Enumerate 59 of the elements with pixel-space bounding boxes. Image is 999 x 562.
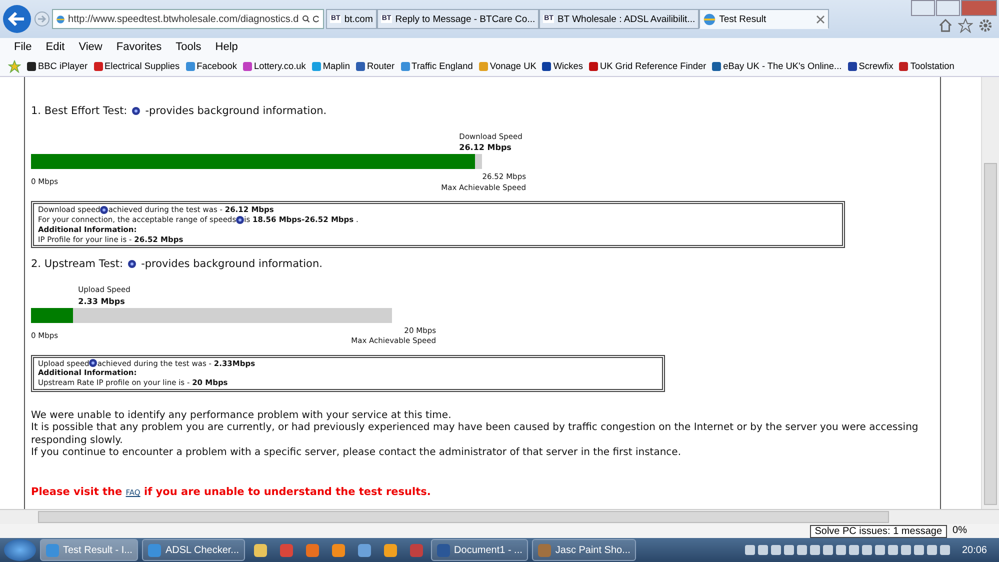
globe-icon [56, 12, 66, 26]
favorite-link[interactable]: Vonage UK [478, 61, 536, 71]
section-heading: 2. Upstream Test: [31, 258, 124, 270]
close-icon[interactable] [816, 14, 826, 24]
favorite-link[interactable]: eBay UK - The UK's Online... [712, 61, 842, 71]
message-text: We were unable to identify any performance problem with your service at this time. [31, 410, 452, 422]
home-icon[interactable] [938, 18, 953, 33]
gauge-value: 26.12 Mbps [459, 142, 512, 154]
clock: 20:06 [960, 544, 988, 556]
window-controls[interactable] [911, 0, 997, 16]
url-text: http://www.speedtest.btwholesale.com/diagnostics.d [68, 14, 299, 24]
favorites-star-icon[interactable] [8, 60, 21, 72]
help-icon[interactable] [89, 359, 98, 368]
browser-tab[interactable]: Test Result [699, 9, 830, 29]
vertical-scrollbar[interactable] [981, 77, 999, 509]
notification-tooltip: Solve PC issues: 1 message [810, 525, 947, 538]
start-button[interactable] [4, 539, 36, 561]
menu-item[interactable]: File [14, 41, 32, 53]
favorite-link[interactable]: UK Grid Reference Finder [588, 61, 706, 71]
heading-note: -provides background information. [141, 258, 322, 270]
message-text: It is possible that any problem you are currently, or had previously experienced may have been caused by traffic congestion on the Internet or by the server you were accessing responding slowly. [31, 422, 920, 447]
notice-text: if you are unable to understand the test results. [144, 486, 431, 498]
taskbar-button[interactable]: Document1 - ... [431, 539, 528, 561]
back-button[interactable] [2, 4, 32, 34]
taskbar-button[interactable]: Jasc Paint Sho... [532, 539, 636, 561]
favorite-link[interactable]: Wickes [542, 61, 583, 71]
message-text: If you continue to encounter a problem with a specific server, please contact the administrator of that server in the first instance. [31, 447, 682, 460]
favorite-link[interactable]: Electrical Supplies [94, 61, 180, 71]
menu-item[interactable]: View [78, 41, 102, 53]
menu-item[interactable]: Tools [176, 41, 202, 53]
system-tray-icons[interactable] [744, 545, 950, 555]
search-icon[interactable] [302, 13, 310, 25]
star-icon[interactable] [958, 18, 973, 33]
favorite-link[interactable]: Traffic England [400, 61, 473, 71]
notice-text: Please visit the [31, 486, 122, 498]
zoom-level[interactable]: 0% [952, 525, 967, 536]
menu-item[interactable]: Favorites [116, 41, 162, 53]
taskbar-button[interactable]: ADSL Checker... [142, 539, 246, 561]
help-icon[interactable] [100, 206, 108, 214]
favorite-link[interactable]: Screwfix [848, 61, 894, 71]
favorite-link[interactable]: Lottery.co.uk [242, 61, 306, 71]
horizontal-scrollbar[interactable] [0, 509, 999, 524]
heading-note: -provides background information. [145, 105, 327, 117]
address-bar[interactable]: http://www.speedtest.btwholesale.com/diagnostics.d [52, 9, 324, 29]
section-heading: 1. Best Effort Test: [31, 105, 128, 117]
favorite-link[interactable]: BBC iPlayer [27, 61, 88, 71]
favorite-link[interactable]: Toolstation [899, 61, 954, 71]
menu-item[interactable]: Edit [46, 41, 65, 53]
refresh-icon[interactable] [313, 13, 320, 25]
favorite-link[interactable]: Maplin [312, 61, 350, 71]
favorite-link[interactable]: Router [356, 61, 395, 71]
help-icon[interactable] [236, 216, 244, 224]
gauge-value: 2.33 Mbps [78, 296, 126, 308]
menu-item[interactable]: Help [215, 41, 238, 53]
help-icon[interactable] [128, 260, 136, 268]
globe-icon [703, 12, 716, 26]
settings-icon[interactable] [978, 18, 993, 33]
favorite-link[interactable]: Facebook [186, 61, 237, 71]
help-icon[interactable] [132, 107, 140, 115]
